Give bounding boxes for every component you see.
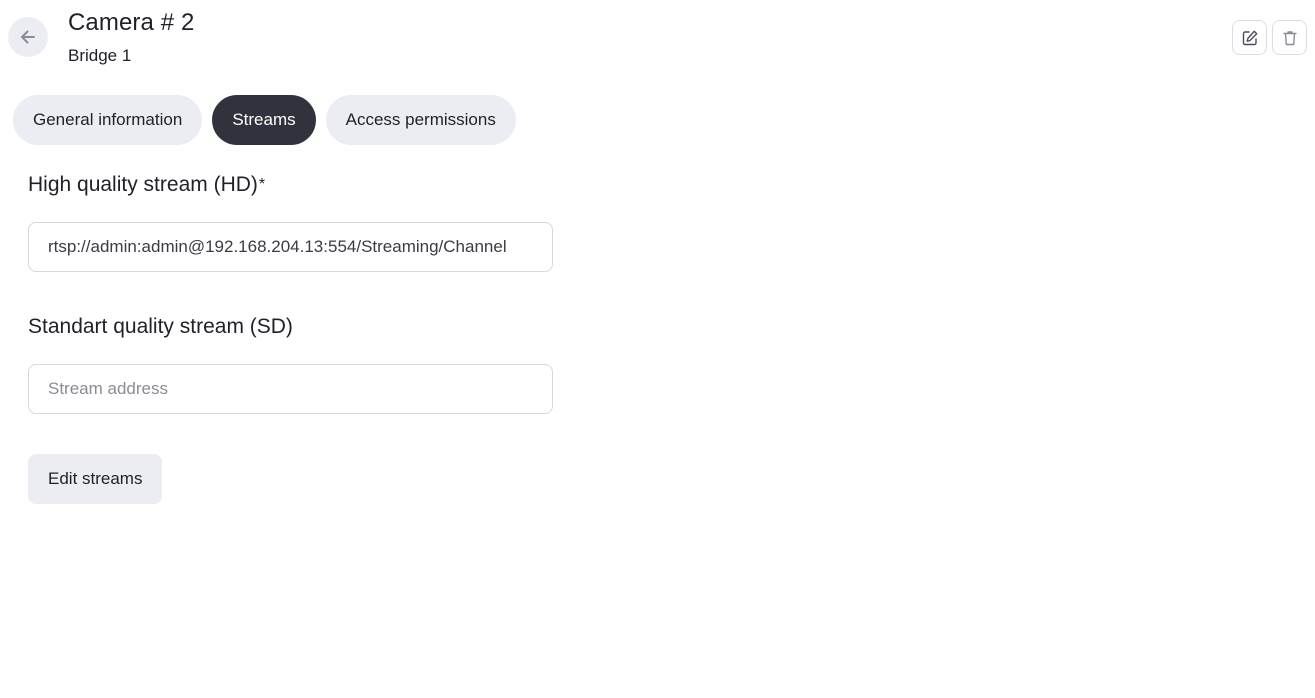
edit-streams-button[interactable]: Edit streams (28, 454, 163, 504)
hd-stream-label: High quality stream (HD)* (28, 173, 265, 197)
tab-general-information[interactable]: General information (13, 95, 203, 145)
page-title: Camera # 2 (68, 9, 195, 36)
trash-icon (1282, 30, 1297, 45)
hd-stream-label-text: High quality stream (HD) (28, 173, 258, 196)
edit-button[interactable] (1232, 20, 1267, 55)
hd-stream-input[interactable] (28, 222, 553, 272)
tab-streams[interactable]: Streams (212, 95, 316, 145)
required-mark: * (258, 176, 266, 193)
back-button[interactable] (8, 17, 48, 57)
tab-bar: General information Streams Access permi… (13, 95, 516, 145)
sd-stream-input[interactable] (28, 364, 553, 414)
delete-button[interactable] (1272, 20, 1307, 55)
pencil-square-icon (1242, 30, 1257, 45)
arrow-left-icon (21, 30, 35, 44)
page-subtitle: Bridge 1 (68, 46, 132, 65)
tab-access-permissions[interactable]: Access permissions (325, 95, 516, 145)
camera-streams-page: Camera # 2 Bridge 1 General information … (0, 0, 1315, 698)
sd-stream-label: Standart quality stream (SD) (28, 315, 293, 338)
